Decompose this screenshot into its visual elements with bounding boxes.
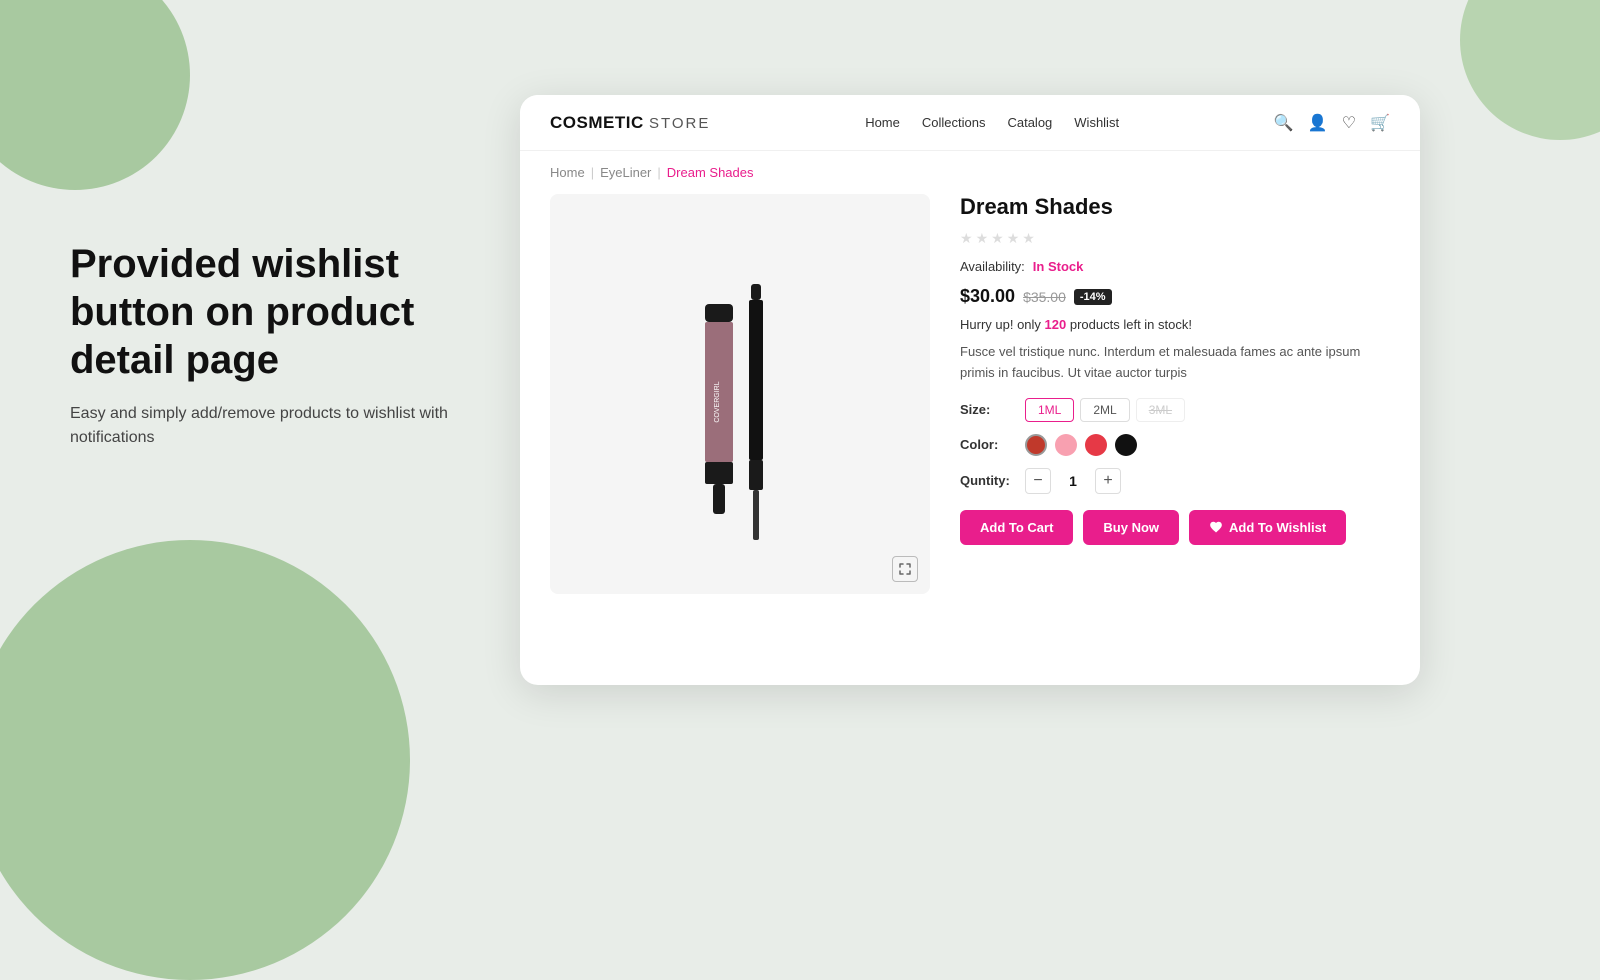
breadcrumb-home[interactable]: Home [550, 165, 585, 180]
nav-wishlist[interactable]: Wishlist [1074, 115, 1119, 130]
action-buttons: Add To Cart Buy Now Add To Wishlist [960, 510, 1390, 545]
user-icon[interactable]: 👤 [1308, 113, 1328, 133]
quantity-decrease[interactable]: − [1025, 468, 1051, 494]
product-area: COVERGIRL Dream Shades ★ ★ ★ [520, 194, 1420, 614]
size-1ml[interactable]: 1ML [1025, 398, 1074, 422]
left-panel: Provided wishlist button on product deta… [70, 240, 500, 450]
color-dot-2[interactable] [1055, 434, 1077, 456]
hurry-text: Hurry up! only 120 products left in stoc… [960, 317, 1390, 332]
availability-row: Availability: In Stock [960, 259, 1390, 274]
quantity-value: 1 [1063, 473, 1083, 489]
breadcrumb-sep2: | [657, 165, 660, 180]
price-row: $30.00 $35.00 -14% [960, 286, 1390, 307]
product-details: Dream Shades ★ ★ ★ ★ ★ Availability: In … [960, 194, 1390, 594]
quantity-row: Quntity: − 1 + [960, 468, 1390, 494]
add-to-cart-button[interactable]: Add To Cart [960, 510, 1073, 545]
bg-decoration-top-left [0, 0, 190, 190]
color-dot-1[interactable] [1025, 434, 1047, 456]
star-5: ★ [1022, 230, 1035, 247]
svg-text:COVERGIRL: COVERGIRL [714, 381, 721, 422]
product-image-container: COVERGIRL [550, 194, 930, 594]
price-badge: -14% [1074, 289, 1112, 305]
color-dot-4[interactable] [1115, 434, 1137, 456]
quantity-control: − 1 + [1025, 468, 1121, 494]
nav-collections[interactable]: Collections [922, 115, 986, 130]
bg-decoration-bottom-left [0, 540, 410, 980]
quantity-increase[interactable]: + [1095, 468, 1121, 494]
expand-icon[interactable] [892, 556, 918, 582]
star-4: ★ [1007, 230, 1020, 247]
left-panel-subtext: Easy and simply add/remove products to w… [70, 402, 500, 450]
price-current: $30.00 [960, 286, 1015, 307]
browser-window: COSMETIC STORE Home Collections Catalog … [520, 95, 1420, 685]
product-image: COVERGIRL [675, 244, 805, 544]
nav-home[interactable]: Home [865, 115, 900, 130]
search-icon[interactable]: 🔍 [1274, 113, 1294, 133]
size-2ml[interactable]: 2ML [1080, 398, 1129, 422]
breadcrumb-current: Dream Shades [667, 165, 754, 180]
quantity-label: Quntity: [960, 473, 1015, 488]
breadcrumb: Home | EyeLiner | Dream Shades [520, 151, 1420, 194]
bg-decoration-top-right [1460, 0, 1600, 140]
navbar-links: Home Collections Catalog Wishlist [865, 115, 1119, 130]
color-option-row: Color: [960, 434, 1390, 456]
size-options: 1ML 2ML 3ML [1025, 398, 1185, 422]
color-options [1025, 434, 1137, 456]
buy-now-button[interactable]: Buy Now [1083, 510, 1179, 545]
heart-icon[interactable]: ♡ [1342, 113, 1356, 133]
color-dot-3[interactable] [1085, 434, 1107, 456]
breadcrumb-eyeliner[interactable]: EyeLiner [600, 165, 651, 180]
size-option-row: Size: 1ML 2ML 3ML [960, 398, 1390, 422]
size-3ml[interactable]: 3ML [1136, 398, 1185, 422]
hurry-count: 120 [1045, 317, 1067, 332]
star-rating: ★ ★ ★ ★ ★ [960, 230, 1390, 247]
product-title: Dream Shades [960, 194, 1390, 220]
navbar: COSMETIC STORE Home Collections Catalog … [520, 95, 1420, 151]
left-panel-heading: Provided wishlist button on product deta… [70, 240, 500, 384]
size-label: Size: [960, 402, 1015, 417]
cart-icon[interactable]: 🛒 [1370, 113, 1390, 133]
star-3: ★ [991, 230, 1004, 247]
product-description: Fusce vel tristique nunc. Interdum et ma… [960, 342, 1390, 384]
nav-catalog[interactable]: Catalog [1007, 115, 1052, 130]
add-to-wishlist-button[interactable]: Add To Wishlist [1189, 510, 1346, 545]
navbar-logo: COSMETIC STORE [550, 113, 710, 133]
star-2: ★ [976, 230, 989, 247]
breadcrumb-sep1: | [591, 165, 594, 180]
price-original: $35.00 [1023, 289, 1066, 305]
availability-label: Availability: [960, 259, 1025, 274]
navbar-icon-group: 🔍 👤 ♡ 🛒 [1274, 113, 1390, 133]
availability-value: In Stock [1033, 259, 1084, 274]
star-1: ★ [960, 230, 973, 247]
wishlist-heart-icon [1209, 520, 1223, 534]
color-label: Color: [960, 437, 1015, 452]
